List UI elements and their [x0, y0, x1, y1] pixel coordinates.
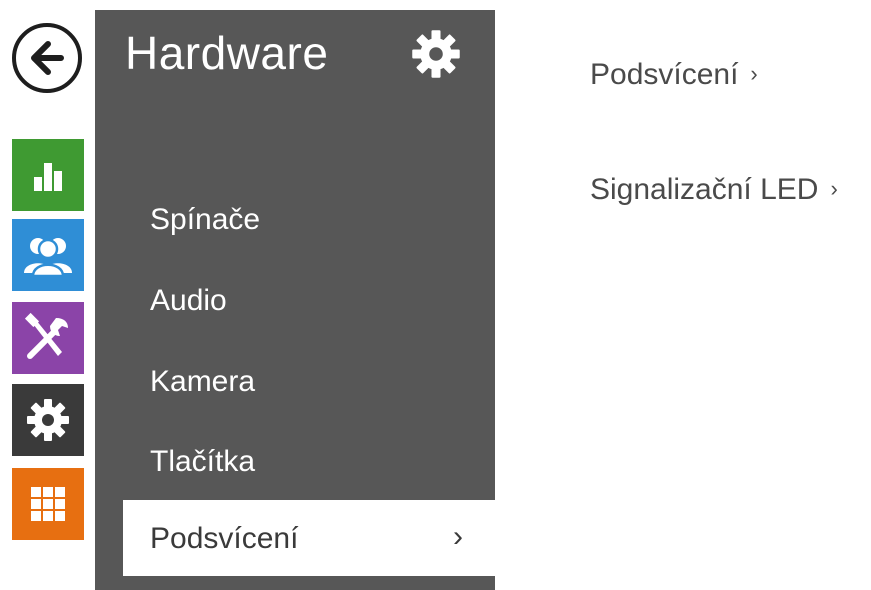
signalizacni-led-link[interactable]: Signalizační LED › [590, 173, 838, 207]
grid-icon [31, 487, 65, 521]
menu-item-tlacitka[interactable]: Tlačítka [150, 445, 255, 479]
menu-item-podsviceni-active[interactable]: Podsvícení › [123, 500, 495, 576]
users-nav-button[interactable] [12, 219, 84, 291]
link-label: Podsvícení [590, 58, 739, 91]
page-title: Hardware [125, 27, 329, 79]
services-nav-button[interactable] [12, 302, 84, 374]
back-button[interactable] [12, 23, 82, 93]
tools-icon [24, 312, 68, 359]
gear-icon [412, 30, 460, 78]
hardware-menu-panel: Hardware Spínače Audio Kamera Tlačítka P… [95, 10, 495, 590]
status-nav-button[interactable] [12, 139, 84, 211]
link-label: Signalizační LED [590, 173, 819, 206]
gear-icon [27, 399, 69, 441]
chevron-right-icon: › [830, 176, 838, 201]
chevron-right-icon: › [750, 61, 758, 86]
chevron-right-icon: › [453, 520, 463, 553]
menu-item-kamera[interactable]: Kamera [150, 365, 255, 399]
bar-chart-icon [34, 163, 62, 191]
users-icon [24, 238, 72, 277]
arrow-left-icon [31, 41, 64, 75]
menu-item-audio[interactable]: Audio [150, 284, 227, 318]
podsviceni-link[interactable]: Podsvícení › [590, 58, 758, 92]
system-nav-button[interactable] [12, 468, 84, 540]
hardware-nav-button[interactable] [12, 384, 84, 456]
menu-item-spinace[interactable]: Spínače [150, 203, 260, 237]
menu-item-label: Podsvícení [150, 522, 299, 555]
